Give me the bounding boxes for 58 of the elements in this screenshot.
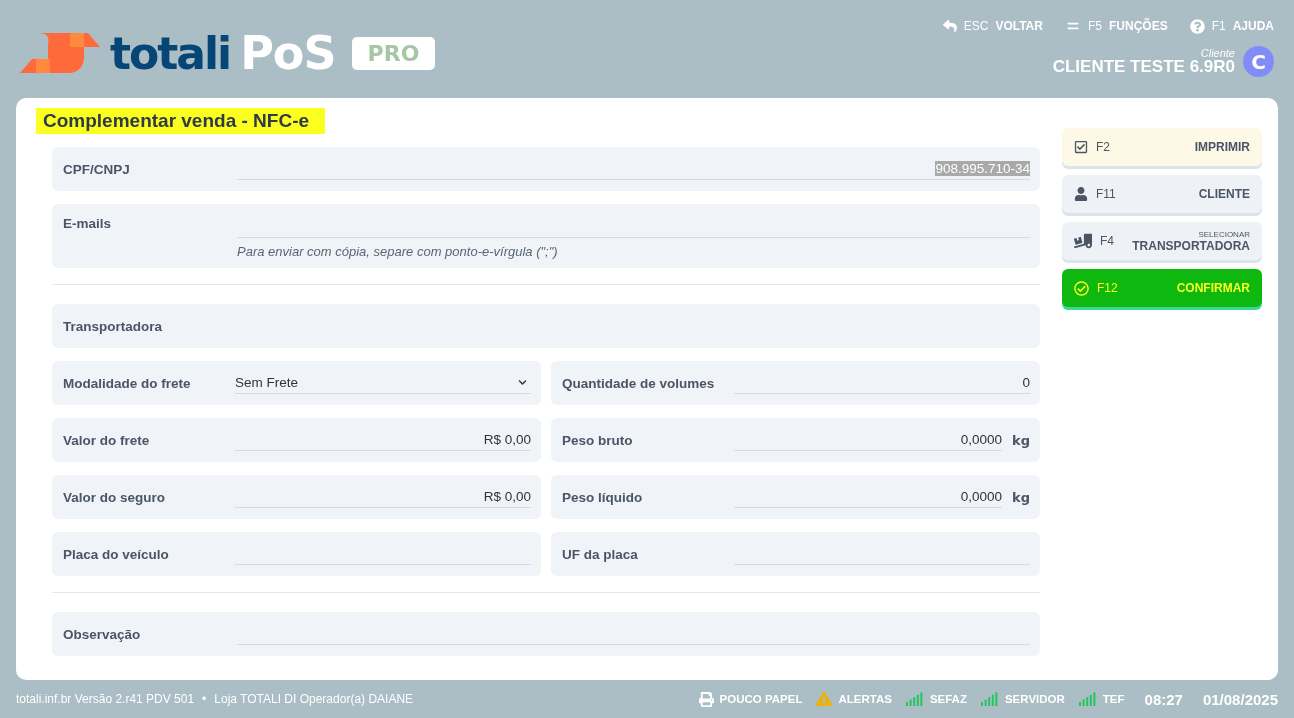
chevron-down-icon (518, 378, 527, 387)
field-value: 0 (1022, 375, 1030, 390)
field-label: E-mails (63, 216, 113, 231)
input-field[interactable]: 0 (734, 372, 1030, 394)
status-label: ALERTAS (838, 693, 892, 705)
version-info: totali.inf.br Versão 2.r41 PDV 501 (16, 692, 195, 706)
store-operator-info: Loja TOTALI DI Operador(a) DAIANE (214, 692, 414, 706)
field-label: Placa do veículo (63, 546, 170, 562)
printer-icon (698, 691, 714, 707)
client-avatar: C (1243, 46, 1274, 77)
status-label: SEFAZ (929, 693, 967, 705)
signal-icon (980, 692, 999, 706)
field-hint: Para enviar com cópia, separe com ponto-e-vírgula (";") (237, 244, 559, 259)
help-icon (1189, 18, 1205, 34)
unit-label: kg (1012, 432, 1030, 448)
signal-icon (1078, 692, 1097, 706)
field-label: Quantidade de volumes (562, 375, 716, 391)
action-button[interactable]: F11 CLIENTE (1062, 175, 1262, 213)
field-label: Peso bruto (562, 432, 634, 448)
status-label: POUCO PAPEL (719, 693, 803, 705)
field-value: 0,0000 (960, 489, 1003, 504)
status-label: TEF (1102, 693, 1125, 705)
field-label: UF da placa (562, 546, 639, 562)
input-field[interactable]: R$ 0,00 (235, 486, 531, 508)
logo-product: PoS (240, 26, 336, 80)
clock-date: 01/08/2025 (1202, 690, 1278, 708)
client-name: CLIENTE TESTE 6.9R0 (1052, 56, 1235, 77)
field-value: R$ 0,00 (483, 432, 531, 447)
select-field[interactable]: Sem Frete (235, 372, 531, 394)
warning-icon (816, 691, 833, 707)
logo-badge: PRO (351, 36, 436, 70)
field-value: 0,0000 (960, 432, 1003, 447)
input-field[interactable]: R$ 0,00 (235, 429, 531, 451)
user-icon (1074, 187, 1088, 201)
status-label: SERVIDOR (1004, 693, 1065, 705)
field-value: R$ 0,00 (483, 489, 531, 504)
back-icon (942, 19, 957, 33)
field-label: Transportadora (63, 318, 164, 334)
logo-brand: totali (110, 27, 231, 79)
unit-label: kg (1012, 489, 1030, 505)
separator-dot: • (202, 692, 207, 706)
input-field[interactable]: 0,0000 (734, 429, 1003, 451)
field-label: Valor do frete (63, 432, 151, 448)
signal-icon (905, 692, 924, 706)
field-label: Valor do seguro (63, 489, 167, 505)
form-title: Complementar venda - NFC-e (36, 108, 326, 134)
input-field[interactable]: 0,0000 (734, 486, 1003, 508)
field-label: CPF/CNPJ (63, 161, 131, 177)
truck-icon (1074, 232, 1092, 250)
field-value: 908.995.710-34 (935, 161, 1030, 176)
field-label: Modalidade do frete (63, 375, 192, 391)
action-button[interactable]: F2 IMPRIMIR (1062, 128, 1262, 166)
checkbox-icon (1074, 140, 1088, 154)
action-button[interactable]: F4 SELECIONAR TRANSPORTADORA (1062, 222, 1262, 260)
clock-time: 08:27 (1144, 690, 1183, 708)
client-caption: Cliente (1200, 46, 1235, 59)
field-label: Peso líquido (562, 489, 644, 505)
field-label: Observação (63, 626, 142, 642)
